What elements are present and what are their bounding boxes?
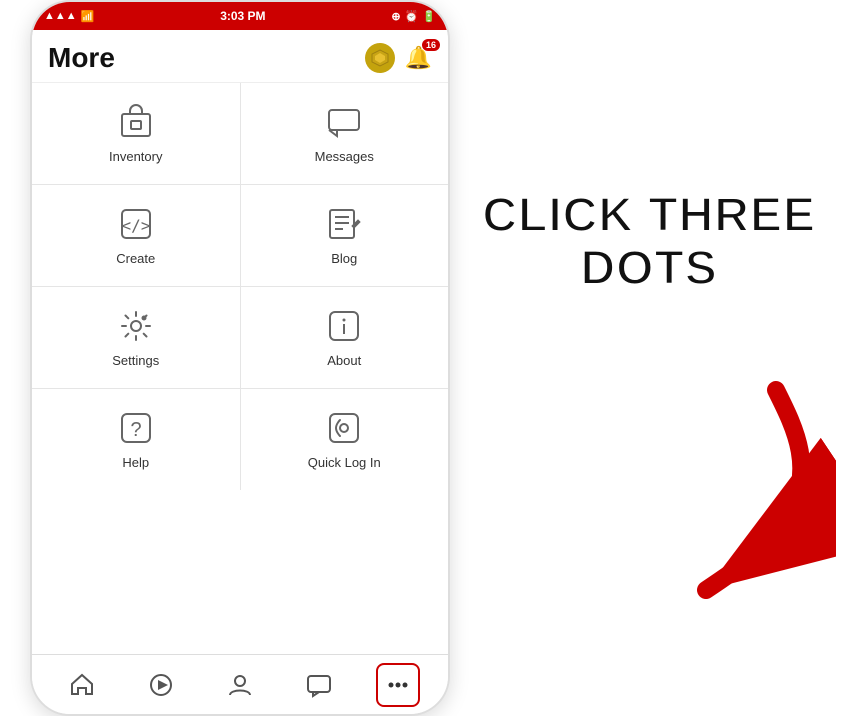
nav-more[interactable] bbox=[376, 663, 420, 707]
menu-grid: Inventory Messages </> bbox=[32, 83, 448, 490]
messages-label: Messages bbox=[315, 149, 374, 164]
settings-item[interactable]: Settings bbox=[32, 287, 240, 388]
messages-icon bbox=[325, 103, 363, 141]
battery-icon: 🔋 bbox=[422, 10, 436, 23]
inventory-label: Inventory bbox=[109, 149, 162, 164]
signal-icon: ▲▲▲ bbox=[44, 10, 77, 22]
nav-chat[interactable] bbox=[297, 663, 341, 707]
settings-label: Settings bbox=[112, 353, 159, 368]
svg-text:</>: </> bbox=[121, 216, 150, 235]
notification-button[interactable]: 🔔 16 bbox=[405, 45, 432, 71]
nav-avatar[interactable] bbox=[218, 663, 262, 707]
create-label: Create bbox=[116, 251, 155, 266]
quicklogin-icon bbox=[325, 409, 363, 447]
quicklogin-item[interactable]: Quick Log In bbox=[241, 389, 449, 490]
inventory-icon bbox=[117, 103, 155, 141]
wifi-icon: 📶 bbox=[81, 10, 95, 23]
blog-icon bbox=[325, 205, 363, 243]
robux-button[interactable] bbox=[365, 43, 395, 73]
help-label: Help bbox=[122, 455, 149, 470]
help-item[interactable]: ? Help bbox=[32, 389, 240, 490]
create-icon: </> bbox=[117, 205, 155, 243]
blog-label: Blog bbox=[331, 251, 357, 266]
status-left: ▲▲▲ 📶 bbox=[44, 10, 94, 23]
content-area: Inventory Messages </> bbox=[32, 83, 448, 654]
phone-frame: ▲▲▲ 📶 3:03 PM ⊕ ⏰ 🔋 More 🔔 16 bbox=[30, 0, 450, 716]
header-icons: 🔔 16 bbox=[365, 43, 432, 73]
status-time: 3:03 PM bbox=[220, 9, 265, 23]
status-right: ⊕ ⏰ 🔋 bbox=[391, 10, 436, 23]
messages-item[interactable]: Messages bbox=[241, 83, 449, 184]
nav-home[interactable] bbox=[60, 663, 104, 707]
about-item[interactable]: About bbox=[241, 287, 449, 388]
arrow-annotation bbox=[616, 370, 836, 605]
svg-text:?: ? bbox=[130, 419, 141, 441]
annotation-line1: CLICK THREE bbox=[482, 190, 816, 243]
blog-item[interactable]: Blog bbox=[241, 185, 449, 286]
annotation-text: CLICK THREE DOTS bbox=[482, 190, 816, 296]
bottom-nav bbox=[32, 654, 448, 714]
notification-badge: 16 bbox=[422, 39, 440, 51]
annotation-line2: DOTS bbox=[482, 243, 816, 296]
page-title: More bbox=[48, 42, 115, 74]
help-icon: ? bbox=[117, 409, 155, 447]
create-item[interactable]: </> Create bbox=[32, 185, 240, 286]
page-header: More 🔔 16 bbox=[32, 30, 448, 83]
location-icon: ⊕ bbox=[391, 10, 400, 23]
quicklogin-label: Quick Log In bbox=[308, 455, 381, 470]
about-label: About bbox=[327, 353, 361, 368]
about-icon bbox=[325, 307, 363, 345]
nav-play[interactable] bbox=[139, 663, 183, 707]
settings-icon bbox=[117, 307, 155, 345]
arrow-svg bbox=[616, 370, 836, 600]
status-bar: ▲▲▲ 📶 3:03 PM ⊕ ⏰ 🔋 bbox=[32, 2, 448, 30]
inventory-item[interactable]: Inventory bbox=[32, 83, 240, 184]
alarm-icon: ⏰ bbox=[405, 10, 419, 23]
